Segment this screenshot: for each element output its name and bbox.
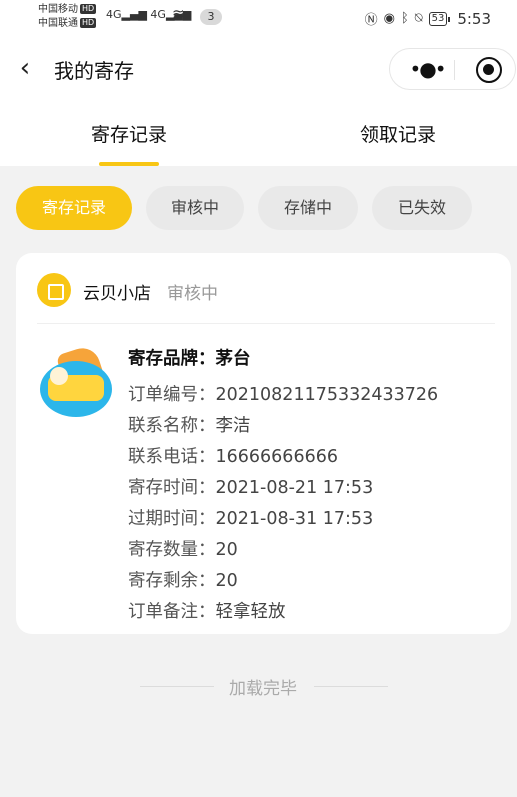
system-status: Ⓝ ◉ ᛒ ⍉ 53 5:53 bbox=[364, 9, 491, 29]
load-complete-text: 加载完毕 bbox=[229, 679, 297, 699]
field-value: 16666666666 bbox=[215, 447, 338, 467]
tab-deposit-records[interactable]: 寄存记录 bbox=[39, 120, 219, 147]
field-deposit-time: 寄存时间：2021-08-21 17:53 bbox=[128, 474, 373, 499]
notification-count: 3 bbox=[200, 9, 222, 25]
nav-bar: ‹ 我的寄存 •●• bbox=[0, 38, 517, 100]
status-badge: 审核中 bbox=[167, 284, 218, 304]
load-complete-footer: 加载完毕 bbox=[0, 674, 517, 699]
signal-2-label: 4G bbox=[150, 8, 166, 21]
field-value: 2021-08-31 17:53 bbox=[215, 509, 374, 529]
hd-badge: HD bbox=[80, 18, 97, 28]
field-label: 订单备注： bbox=[128, 602, 216, 622]
chip-expired[interactable]: 已失效 bbox=[372, 186, 472, 230]
field-contact-phone: 联系电话：16666666666 bbox=[128, 443, 338, 468]
back-icon[interactable]: ‹ bbox=[10, 52, 40, 86]
alarm-icon: ◉ bbox=[383, 11, 395, 26]
signal-bars-icon: ▂▄▆ bbox=[121, 8, 147, 21]
field-label: 联系名称： bbox=[128, 416, 216, 436]
field-value: 2021-08-21 17:53 bbox=[215, 478, 374, 498]
carrier-info: 中国移动 HD 中国联通 HD bbox=[38, 3, 97, 31]
chip-under-review[interactable]: 审核中 bbox=[146, 186, 244, 230]
shop-logo-icon bbox=[37, 273, 71, 307]
field-value: 茅台 bbox=[215, 349, 251, 369]
card-divider bbox=[37, 323, 495, 324]
field-label: 过期时间： bbox=[128, 509, 216, 529]
field-label: 联系电话： bbox=[128, 447, 216, 467]
mute-icon: ⍉ bbox=[414, 11, 423, 26]
wifi-icon: ≋ bbox=[172, 5, 185, 23]
chip-all-records[interactable]: 寄存记录 bbox=[16, 186, 132, 230]
top-tabs: 寄存记录 领取记录 bbox=[0, 100, 517, 166]
field-label: 寄存数量： bbox=[128, 540, 216, 560]
field-value: 20 bbox=[215, 571, 238, 591]
field-order-note: 订单备注：轻拿轻放 bbox=[128, 598, 286, 623]
field-brand: 寄存品牌：茅台 bbox=[128, 345, 251, 370]
field-label: 寄存品牌： bbox=[128, 349, 216, 369]
field-value: 轻拿轻放 bbox=[215, 602, 286, 622]
field-order-number: 订单编号：20210821175332433726 bbox=[128, 381, 438, 406]
mini-program-capsule: •●• bbox=[389, 48, 516, 90]
field-value: 20 bbox=[215, 540, 238, 560]
field-label: 订单编号： bbox=[128, 385, 216, 405]
field-remaining: 寄存剩余：20 bbox=[128, 567, 238, 592]
more-icon[interactable]: •●• bbox=[402, 55, 452, 85]
active-tab-indicator bbox=[99, 162, 159, 166]
nfc-icon: Ⓝ bbox=[364, 13, 378, 28]
status-bar: 中国移动 HD 中国联通 HD 4G▂▄▆ 4G▂▄▆ ≋ 3 Ⓝ ◉ ᛒ ⍉ 53… bbox=[0, 0, 517, 38]
field-expire-time: 过期时间：2021-08-31 17:53 bbox=[128, 505, 373, 530]
battery-icon: 53 bbox=[428, 11, 451, 26]
close-mini-program-icon[interactable] bbox=[476, 57, 502, 83]
footer-divider-left bbox=[140, 686, 214, 687]
carrier-1: 中国移动 bbox=[38, 4, 78, 15]
product-basket-icon bbox=[38, 341, 114, 417]
page-title: 我的寄存 bbox=[54, 59, 134, 83]
field-contact-name: 联系名称：李洁 bbox=[128, 412, 251, 437]
deposit-record-card[interactable]: 云贝小店 审核中 寄存品牌：茅台 订单编号：202108211753324337… bbox=[16, 253, 511, 634]
field-label: 寄存剩余： bbox=[128, 571, 216, 591]
tab-pickup-records[interactable]: 领取记录 bbox=[308, 120, 488, 147]
signal-1-label: 4G bbox=[106, 8, 122, 21]
clock: 5:53 bbox=[457, 9, 491, 28]
hd-badge: HD bbox=[80, 4, 97, 14]
field-value: 20210821175332433726 bbox=[215, 385, 439, 405]
carrier-2: 中国联通 bbox=[38, 18, 78, 29]
field-value: 李洁 bbox=[215, 416, 251, 436]
field-deposit-quantity: 寄存数量：20 bbox=[128, 536, 238, 561]
field-label: 寄存时间： bbox=[128, 478, 216, 498]
footer-divider-right bbox=[314, 686, 388, 687]
bluetooth-icon: ᛒ bbox=[400, 11, 409, 26]
shop-name: 云贝小店 bbox=[83, 284, 151, 304]
chip-in-storage[interactable]: 存储中 bbox=[258, 186, 358, 230]
capsule-divider bbox=[454, 60, 455, 80]
